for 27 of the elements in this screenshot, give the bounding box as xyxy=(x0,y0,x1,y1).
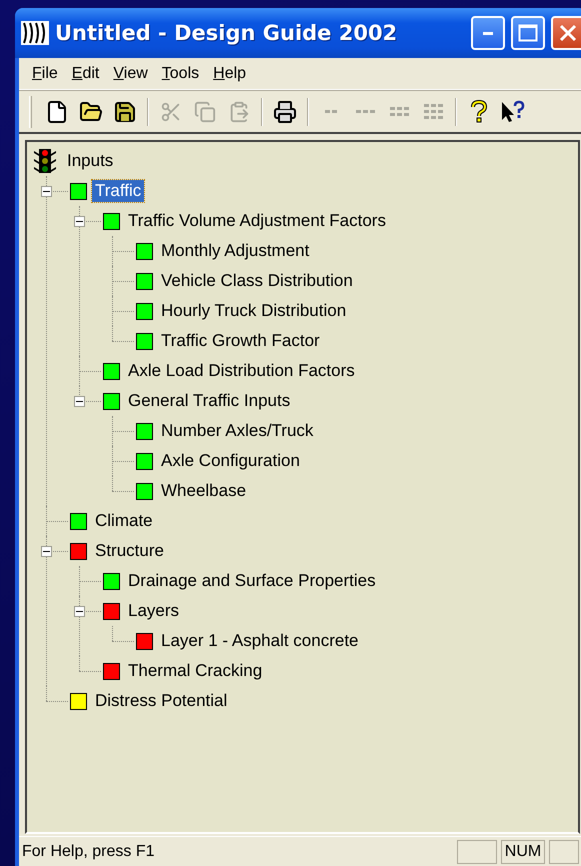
tree-item[interactable]: Distress Potential xyxy=(92,690,230,712)
tree-item[interactable]: Traffic Growth Factor xyxy=(158,330,323,352)
tree-item[interactable]: Hourly Truck Distribution xyxy=(158,300,350,322)
tree-item[interactable]: Traffic xyxy=(92,180,144,202)
tree-item[interactable]: Monthly Adjustment xyxy=(158,240,312,262)
tree-item[interactable]: General Traffic Inputs xyxy=(125,390,294,412)
menu-item[interactable]: File xyxy=(25,62,65,86)
menu-item[interactable]: Help xyxy=(206,62,254,86)
status-message: For Help, press F1 xyxy=(21,842,156,860)
tree-item[interactable]: Traffic Volume Adjustment Factors xyxy=(125,210,389,232)
tree-root[interactable]: Inputs xyxy=(64,150,116,172)
menu-item[interactable]: Tools xyxy=(154,62,206,86)
tree-item[interactable]: Drainage and Surface Properties xyxy=(125,570,379,592)
tree-item[interactable]: Layers xyxy=(125,600,182,622)
num-lock-indicator: NUM xyxy=(501,840,545,864)
menu-item[interactable]: Edit xyxy=(64,62,106,86)
tree-item[interactable]: Layer 1 - Asphalt concrete xyxy=(158,630,362,652)
tree-item[interactable]: Thermal Cracking xyxy=(125,660,266,682)
tree-item[interactable]: Vehicle Class Distribution xyxy=(158,270,356,292)
menu-item[interactable]: View xyxy=(106,62,155,86)
window-title: Untitled - Design Guide 2002 xyxy=(55,21,398,45)
tree-item[interactable]: Axle Load Distribution Factors xyxy=(125,360,358,382)
tree-item[interactable]: Axle Configuration xyxy=(158,450,303,472)
tree-item[interactable]: Climate xyxy=(92,510,156,532)
tree-item[interactable]: Number Axles/Truck xyxy=(158,420,316,442)
tree-item[interactable]: Structure xyxy=(92,540,167,562)
tree-item[interactable]: Wheelbase xyxy=(158,480,250,502)
